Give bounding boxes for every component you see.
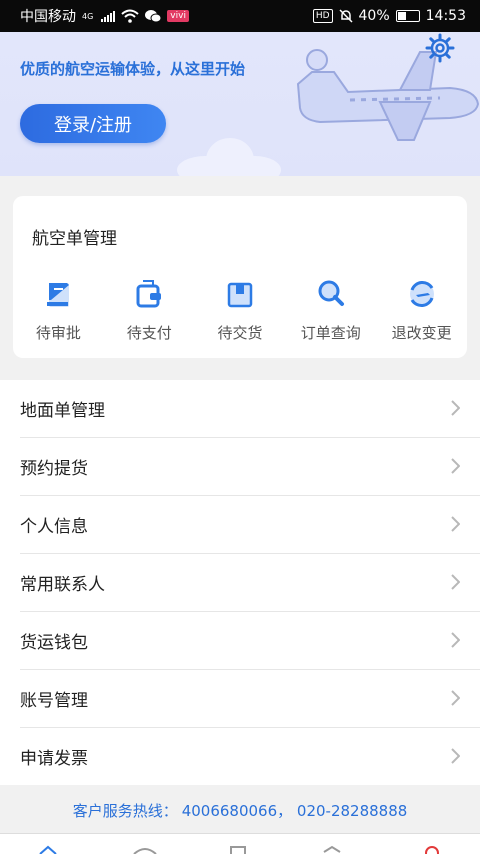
menu-list: 地面单管理 预约提货 个人信息 常用联系人 货运钱包 账号管理 申请发票: [0, 380, 480, 785]
hero-banner: 优质的航空运输体验，从这里开始 登录/注册: [0, 32, 480, 176]
shortcut-label: 待交货: [217, 324, 263, 342]
menu-item-label: 申请发票: [20, 749, 88, 769]
menu-item-invoice[interactable]: 申请发票: [20, 728, 480, 785]
air-waybill-card: 航空单管理 待审批 待支付 待交货 订单查询 退改变更: [13, 196, 467, 358]
hotline-label: 客户服务热线：: [72, 802, 178, 820]
shortcut-label: 订单查询: [300, 324, 361, 342]
shortcut-order-query[interactable]: 订单查询: [285, 276, 376, 343]
shortcut-label: 待审批: [35, 324, 81, 342]
shortcut-refund-change[interactable]: 退改变更: [376, 276, 467, 343]
network-type: 4G: [82, 12, 94, 21]
battery-percent: 40%: [358, 8, 390, 24]
package-icon: [227, 282, 253, 308]
settings-gear-icon[interactable]: [424, 32, 456, 64]
menu-item-label: 地面单管理: [20, 401, 105, 421]
chevron-right-icon: [451, 516, 460, 532]
clock: 14:53: [425, 8, 466, 24]
chevron-right-icon: [451, 632, 460, 648]
menu-item-pickup-booking[interactable]: 预约提货: [20, 438, 480, 496]
chevron-right-icon: [451, 458, 460, 474]
wallet-icon: [136, 280, 162, 308]
app-notification-icon: vivi: [167, 10, 189, 22]
shortcut-label: 退改变更: [391, 324, 452, 342]
shortcut-pending-payment[interactable]: 待支付: [104, 276, 195, 343]
hero-slogan: 优质的航空运输体验，从这里开始: [20, 60, 246, 78]
shortcut-pending-approval[interactable]: 待审批: [13, 276, 104, 343]
plane-change-icon: [409, 281, 434, 307]
wifi-icon: [121, 9, 139, 23]
air-waybill-title: 航空单管理: [32, 229, 117, 249]
login-register-button[interactable]: 登录/注册: [20, 104, 166, 143]
battery-icon: [395, 10, 420, 22]
carrier-label: 中国移动: [20, 9, 76, 25]
wechat-icon: [145, 10, 162, 23]
menu-item-label: 常用联系人: [20, 575, 105, 595]
bottom-tab-bar: [0, 833, 480, 854]
chevron-right-icon: [451, 690, 460, 706]
mute-bell-icon: [338, 9, 353, 23]
search-icon: [318, 280, 344, 306]
menu-item-label: 预约提货: [20, 459, 88, 479]
menu-item-personal-info[interactable]: 个人信息: [20, 496, 480, 554]
status-bar: 中国移动 4G vivi HD 40% 14:53: [0, 0, 480, 32]
hd-icon: HD: [312, 9, 333, 23]
menu-item-label: 个人信息: [20, 517, 88, 537]
chevron-right-icon: [451, 748, 460, 764]
menu-item-ground-waybill[interactable]: 地面单管理: [20, 380, 480, 438]
air-waybill-shortcuts: 待审批 待支付 待交货 订单查询 退改变更: [13, 276, 467, 343]
chevron-right-icon: [451, 400, 460, 416]
menu-item-contacts[interactable]: 常用联系人: [20, 554, 480, 612]
menu-item-label: 货运钱包: [20, 633, 88, 653]
cloud-decoration: [177, 138, 281, 176]
shortcut-label: 待支付: [126, 324, 172, 342]
menu-item-label: 账号管理: [20, 691, 88, 711]
signal-icon: [101, 10, 116, 22]
hotline-numbers[interactable]: 4006680066， 020-28288888: [182, 802, 408, 820]
shortcut-pending-delivery[interactable]: 待交货: [195, 276, 286, 343]
document-approval-icon: [47, 283, 70, 307]
chevron-right-icon: [451, 574, 460, 590]
menu-item-freight-wallet[interactable]: 货运钱包: [20, 612, 480, 670]
service-hotline: 客户服务热线： 4006680066， 020-28288888: [0, 800, 480, 821]
menu-item-account[interactable]: 账号管理: [20, 670, 480, 728]
